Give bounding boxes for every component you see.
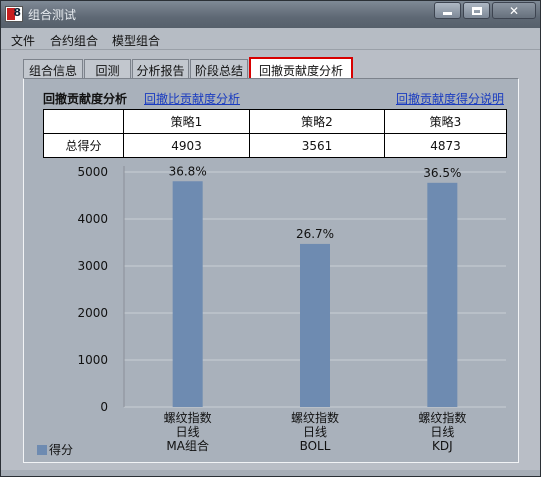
- y-tick-label: 1000: [77, 353, 108, 367]
- section-title: 回撤贡献度分析: [43, 92, 128, 106]
- bar-data-label: 36.8%: [169, 164, 207, 178]
- tab-stage-summary[interactable]: 阶段总结: [190, 59, 248, 78]
- table-cell: 4903: [123, 133, 250, 158]
- bar: [427, 182, 458, 407]
- x-category-label: BOLL: [300, 439, 331, 453]
- tab-analysis-report[interactable]: 分析报告: [132, 59, 189, 78]
- tab-drawdown-contribution[interactable]: 回撤贡献度分析: [249, 57, 353, 78]
- window-title: 组合测试: [28, 8, 77, 22]
- main-window: 组合测试 ✕ 文件 合约组合 模型组合 组合信息 回测 分析报告 阶段总结 回撤…: [0, 0, 541, 477]
- bar-data-label: 36.5%: [423, 166, 461, 180]
- minimize-button[interactable]: [434, 2, 461, 19]
- y-tick-label: 3000: [77, 259, 108, 273]
- x-category-label: 日线: [430, 425, 454, 439]
- drawdown-ratio-link[interactable]: 回撤比贡献度分析: [144, 90, 240, 107]
- y-tick-label: 4000: [77, 212, 108, 226]
- menu-contract-portfolio[interactable]: 合约组合: [50, 32, 98, 49]
- x-category-label: 螺纹指数: [164, 410, 212, 425]
- legend-swatch: [37, 444, 47, 455]
- score-table: 策略1 策略2 策略3 总得分 4903 3561 4873: [43, 109, 507, 158]
- x-category-label: 螺纹指数: [291, 410, 339, 425]
- table-header-cell: 策略2: [249, 109, 385, 134]
- chart-legend: 得分: [37, 441, 73, 458]
- table-header-cell: 策略3: [384, 109, 507, 134]
- tab-backtest[interactable]: 回测: [84, 59, 131, 78]
- table-header-row: 策略1 策略2 策略3: [43, 109, 507, 134]
- bar: [300, 243, 330, 407]
- x-category-label: 螺纹指数: [418, 410, 466, 425]
- table-row: 总得分 4903 3561 4873: [43, 133, 507, 158]
- status-strip: [1, 470, 540, 476]
- x-category-label: KDJ: [432, 439, 453, 453]
- x-category-label: MA组合: [166, 438, 209, 453]
- maximize-icon: [471, 6, 482, 15]
- table-header-cell: 策略1: [123, 109, 250, 134]
- score-explanation-link[interactable]: 回撤贡献度得分说明: [396, 90, 504, 107]
- table-cell: 3561: [249, 133, 385, 158]
- maximize-button[interactable]: [463, 2, 490, 19]
- legend-label: 得分: [49, 443, 74, 457]
- close-button[interactable]: ✕: [492, 2, 536, 19]
- y-tick-label: 5000: [77, 165, 108, 179]
- analysis-panel: 回撤贡献度分析 回撤比贡献度分析 回撤贡献度得分说明 策略1 策略2 策略3 总…: [23, 78, 519, 463]
- table-cell: 总得分: [43, 133, 124, 158]
- y-tick-label: 0: [100, 400, 108, 414]
- menu-bar: 文件 合约组合 模型组合: [1, 28, 540, 50]
- menu-model-portfolio[interactable]: 模型组合: [112, 32, 160, 49]
- tab-portfolio-info[interactable]: 组合信息: [23, 59, 83, 78]
- minimize-icon: [443, 12, 452, 15]
- bar-data-label: 26.7%: [296, 227, 334, 241]
- menu-file[interactable]: 文件: [11, 32, 35, 49]
- score-bar-chart: 0 1000 2000 3000 4000 5000 36.8% 螺纹指数 日线 MA组合 26.7…: [24, 164, 518, 462]
- title-bar[interactable]: 组合测试 ✕: [1, 1, 540, 28]
- close-icon: ✕: [508, 3, 520, 18]
- x-category-label: 日线: [303, 425, 327, 439]
- x-category-label: 日线: [176, 425, 200, 439]
- y-tick-label: 2000: [77, 306, 108, 320]
- table-header-cell: [43, 109, 124, 134]
- chart-svg: 010002000300040005000 36.8%螺纹指数日线MA组合26.7…: [77, 164, 506, 453]
- table-cell: 4873: [384, 133, 507, 158]
- bar: [172, 181, 203, 407]
- app-logo-icon: [5, 6, 23, 22]
